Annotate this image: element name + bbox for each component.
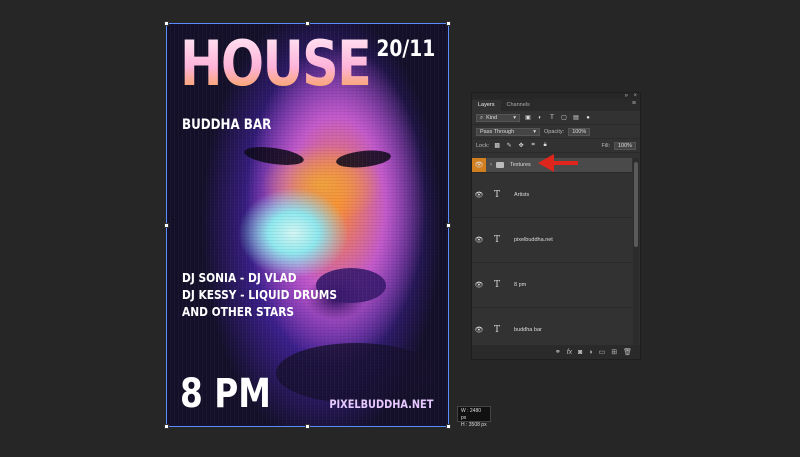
lock-position-icon[interactable]: ✥ bbox=[517, 142, 525, 150]
poster-lineup: DJ SONIA - DJ VLAD DJ KESSY - LIQUID DRU… bbox=[182, 269, 337, 320]
blend-mode-value: Pass Through bbox=[480, 128, 515, 135]
poster-time: 8 PM bbox=[180, 371, 271, 417]
transform-handle-bottom-right[interactable] bbox=[446, 424, 451, 429]
scrollbar-thumb[interactable] bbox=[634, 162, 638, 247]
image-filter-icon[interactable]: ▣ bbox=[524, 114, 532, 122]
transform-handle-right[interactable] bbox=[446, 223, 451, 228]
layer-row-8pm[interactable]: 👁︎ T 8 pm bbox=[472, 263, 632, 308]
text-layer-icon: T bbox=[493, 325, 500, 335]
layer-row-artists[interactable]: 👁︎ T Artists bbox=[472, 173, 632, 218]
transform-handle-top[interactable] bbox=[305, 21, 310, 26]
lock-all-icon[interactable]: 🔒︎ bbox=[541, 142, 549, 150]
opacity-label: Opacity: bbox=[544, 128, 565, 135]
layer-name: buddha bar bbox=[514, 327, 542, 333]
transform-handle-bottom[interactable] bbox=[305, 424, 310, 429]
fill-label: Fill: bbox=[601, 142, 610, 149]
lineup-line: DJ SONIA - DJ VLAD bbox=[182, 270, 297, 285]
layer-name: Textures bbox=[510, 162, 531, 168]
type-filter-icon[interactable]: T bbox=[548, 114, 556, 122]
chevron-right-icon[interactable]: › bbox=[490, 162, 492, 168]
visibility-eye-icon[interactable]: 👁︎ bbox=[472, 158, 486, 172]
folder-icon bbox=[496, 162, 504, 168]
layer-row-pixelbuddha[interactable]: 👁︎ T pixelbuddha.net bbox=[472, 218, 632, 263]
visibility-eye-icon[interactable]: 👁︎ bbox=[472, 173, 486, 217]
smart-object-filter-icon[interactable]: ▤ bbox=[572, 114, 580, 122]
panel-menu-icon[interactable]: ≡ bbox=[632, 100, 636, 107]
search-icon: ⌕ bbox=[480, 114, 484, 121]
layer-name: 8 pm bbox=[514, 282, 527, 288]
lineup-line: AND OTHER STARS bbox=[182, 304, 295, 319]
text-layer-icon: T bbox=[493, 190, 500, 200]
new-layer-icon[interactable]: ⊞ bbox=[611, 348, 617, 356]
poster-venue: BUDDHA BAR bbox=[182, 117, 272, 133]
layers-scrollbar[interactable] bbox=[633, 158, 639, 345]
adjustment-layer-icon[interactable]: ◑ bbox=[588, 349, 592, 356]
transform-handle-bottom-left[interactable] bbox=[164, 424, 169, 429]
fill-value: 100% bbox=[618, 142, 633, 149]
poster-website: PIXELBUDDHA.NET bbox=[328, 397, 433, 411]
link-layers-icon[interactable]: ⚭ bbox=[555, 348, 561, 356]
shape-filter-icon[interactable]: ▢ bbox=[560, 114, 568, 122]
poster-title: HOUSE bbox=[180, 27, 372, 100]
opacity-value: 100% bbox=[572, 128, 587, 135]
red-arrow-annotation bbox=[538, 154, 578, 172]
lock-label: Lock: bbox=[476, 142, 490, 149]
panel-footer: ⚭ fx ◙ ◑ ▭ ⊞ 🗑︎ bbox=[472, 345, 640, 359]
visibility-eye-icon[interactable]: 👁︎ bbox=[472, 218, 486, 262]
panel-tabs: Layers Channels ≡ bbox=[472, 99, 640, 111]
trash-icon[interactable]: 🗑︎ bbox=[623, 348, 632, 356]
blend-row: Pass Through ▾ Opacity: 100% bbox=[472, 125, 640, 139]
visibility-eye-icon[interactable]: 👁︎ bbox=[472, 263, 486, 307]
poster-date: 20/11 bbox=[376, 37, 435, 62]
poster-artwork[interactable]: HOUSE 20/11 BUDDHA BAR DJ SONIA - DJ VLA… bbox=[166, 23, 449, 427]
layer-name: Artists bbox=[514, 192, 530, 198]
filter-toggle-icon[interactable]: ● bbox=[584, 114, 592, 122]
lock-image-icon[interactable]: ✎ bbox=[505, 142, 513, 150]
lock-transparent-icon[interactable]: ▩ bbox=[493, 142, 501, 150]
opacity-field[interactable]: 100% bbox=[568, 127, 591, 136]
fill-field[interactable]: 100% bbox=[614, 141, 636, 150]
transform-handle-top-left[interactable] bbox=[164, 21, 169, 26]
layer-row-buddha-bar[interactable]: 👁︎ T buddha bar bbox=[472, 308, 632, 345]
visibility-eye-icon[interactable]: 👁︎ bbox=[472, 308, 486, 345]
text-layer-icon: T bbox=[493, 235, 500, 245]
lineup-line: DJ KESSY - LIQUID DRUMS bbox=[182, 287, 338, 302]
layers-panel: » × Layers Channels ≡ ⌕ Kind ▾ ▣ ◐ T ▢ ▤… bbox=[471, 92, 641, 360]
filter-kind-value: Kind bbox=[486, 114, 498, 121]
dimensions-tooltip: W : 2480 px H : 3508 px bbox=[457, 406, 491, 428]
fx-icon[interactable]: fx bbox=[567, 349, 572, 356]
chevron-down-icon: ▾ bbox=[533, 128, 536, 135]
lock-artboard-icon[interactable]: ⌗ bbox=[529, 142, 537, 150]
add-mask-icon[interactable]: ◙ bbox=[578, 349, 582, 356]
tab-layers[interactable]: Layers bbox=[472, 100, 501, 111]
layers-list: 👁︎ › Textures 👁︎ T Artists 👁︎ T pixelbud… bbox=[472, 158, 632, 345]
tab-channels[interactable]: Channels bbox=[501, 100, 536, 111]
filter-kind-select[interactable]: ⌕ Kind ▾ bbox=[476, 113, 520, 122]
chevron-down-icon: ▾ bbox=[513, 114, 516, 121]
blend-mode-select[interactable]: Pass Through ▾ bbox=[476, 127, 540, 136]
width-label: W : bbox=[461, 408, 469, 414]
new-group-icon[interactable]: ▭ bbox=[599, 348, 606, 356]
height-label: H : bbox=[461, 422, 468, 428]
transform-handle-left[interactable] bbox=[164, 223, 169, 228]
text-layer-icon: T bbox=[493, 280, 500, 290]
layer-name: pixelbuddha.net bbox=[514, 237, 553, 243]
transform-handle-top-right[interactable] bbox=[446, 21, 451, 26]
adjustment-filter-icon[interactable]: ◐ bbox=[536, 114, 544, 122]
height-value: 3508 px bbox=[468, 422, 487, 428]
filter-row: ⌕ Kind ▾ ▣ ◐ T ▢ ▤ ● bbox=[472, 111, 640, 125]
